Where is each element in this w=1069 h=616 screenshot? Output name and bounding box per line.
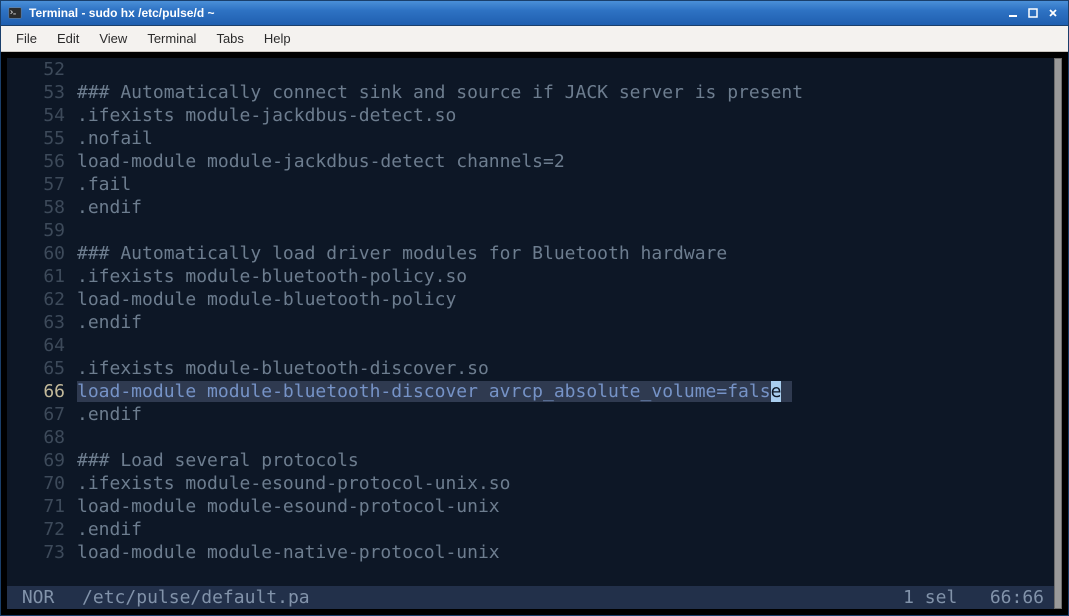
line-number: 63	[7, 311, 77, 334]
line-number: 69	[7, 449, 77, 472]
line-content[interactable]: .nofail	[77, 127, 153, 150]
editor-line[interactable]: 53### Automatically connect sink and sou…	[7, 81, 1054, 104]
line-content[interactable]: .fail	[77, 173, 131, 196]
menu-terminal[interactable]: Terminal	[138, 28, 205, 49]
editor-line[interactable]: 59	[7, 219, 1054, 242]
editor-line[interactable]: 56load-module module-jackdbus-detect cha…	[7, 150, 1054, 173]
editor-line[interactable]: 57.fail	[7, 173, 1054, 196]
editor-line[interactable]: 67.endif	[7, 403, 1054, 426]
status-file: /etc/pulse/default.pa	[82, 586, 903, 609]
line-number: 62	[7, 288, 77, 311]
line-number: 56	[7, 150, 77, 173]
line-content[interactable]: ### Automatically load driver modules fo…	[77, 242, 727, 265]
editor-line[interactable]: 70.ifexists module-esound-protocol-unix.…	[7, 472, 1054, 495]
line-number: 58	[7, 196, 77, 219]
menu-tabs[interactable]: Tabs	[207, 28, 252, 49]
terminal-wrap: 5253### Automatically connect sink and s…	[1, 52, 1068, 615]
line-content[interactable]: ### Load several protocols	[77, 449, 359, 472]
editor-line[interactable]: 69### Load several protocols	[7, 449, 1054, 472]
editor-line[interactable]: 55.nofail	[7, 127, 1054, 150]
close-button[interactable]	[1044, 5, 1062, 21]
line-number: 66	[7, 380, 77, 403]
terminal-icon	[7, 5, 23, 21]
line-number: 64	[7, 334, 77, 357]
status-mode: NOR	[7, 586, 82, 609]
line-number: 72	[7, 518, 77, 541]
editor[interactable]: 5253### Automatically connect sink and s…	[7, 58, 1054, 609]
line-content[interactable]: load-module module-bluetooth-policy	[77, 288, 456, 311]
line-number: 71	[7, 495, 77, 518]
window-title: Terminal - sudo hx /etc/pulse/d ~	[29, 6, 214, 20]
editor-line[interactable]: 73load-module module-native-protocol-uni…	[7, 541, 1054, 564]
menubar: File Edit View Terminal Tabs Help	[1, 26, 1068, 52]
editor-line[interactable]: 63.endif	[7, 311, 1054, 334]
minimize-button[interactable]	[1004, 5, 1022, 21]
editor-line[interactable]: 61.ifexists module-bluetooth-policy.so	[7, 265, 1054, 288]
line-number: 57	[7, 173, 77, 196]
terminal-scrollbar[interactable]	[1054, 58, 1062, 609]
editor-line[interactable]: 68	[7, 426, 1054, 449]
editor-line[interactable]: 66load-module module-bluetooth-discover …	[7, 380, 1054, 403]
line-number: 65	[7, 357, 77, 380]
line-number: 60	[7, 242, 77, 265]
line-number: 73	[7, 541, 77, 564]
editor-line[interactable]: 58.endif	[7, 196, 1054, 219]
line-number: 52	[7, 58, 77, 81]
line-content[interactable]: .endif	[77, 196, 142, 219]
line-number: 61	[7, 265, 77, 288]
editor-line[interactable]: 64	[7, 334, 1054, 357]
line-number: 53	[7, 81, 77, 104]
line-content[interactable]: load-module module-jackdbus-detect chann…	[77, 150, 565, 173]
line-number: 54	[7, 104, 77, 127]
editor-line[interactable]: 52	[7, 58, 1054, 81]
status-bar: NOR /etc/pulse/default.pa 1 sel 66:66	[7, 586, 1054, 609]
menu-edit[interactable]: Edit	[48, 28, 88, 49]
editor-line[interactable]: 54.ifexists module-jackdbus-detect.so	[7, 104, 1054, 127]
editor-line[interactable]: 71load-module module-esound-protocol-uni…	[7, 495, 1054, 518]
line-number: 55	[7, 127, 77, 150]
editor-line[interactable]: 72.endif	[7, 518, 1054, 541]
editor-line[interactable]: 62load-module module-bluetooth-policy	[7, 288, 1054, 311]
line-content[interactable]: .ifexists module-bluetooth-policy.so	[77, 265, 467, 288]
line-content[interactable]: .ifexists module-esound-protocol-unix.so	[77, 472, 510, 495]
maximize-button[interactable]	[1024, 5, 1042, 21]
window-titlebar[interactable]: Terminal - sudo hx /etc/pulse/d ~	[1, 1, 1068, 26]
line-content[interactable]: .ifexists module-jackdbus-detect.so	[77, 104, 456, 127]
line-content[interactable]: .endif	[77, 403, 142, 426]
editor-line[interactable]: 65.ifexists module-bluetooth-discover.so	[7, 357, 1054, 380]
terminal[interactable]: 5253### Automatically connect sink and s…	[7, 58, 1062, 609]
menu-help[interactable]: Help	[255, 28, 300, 49]
editor-line[interactable]: 60### Automatically load driver modules …	[7, 242, 1054, 265]
editor-lines[interactable]: 5253### Automatically connect sink and s…	[7, 58, 1054, 586]
line-content[interactable]: .ifexists module-bluetooth-discover.so	[77, 357, 489, 380]
line-number: 70	[7, 472, 77, 495]
line-content[interactable]: .endif	[77, 518, 142, 541]
status-right: 1 sel 66:66	[903, 586, 1054, 609]
line-content[interactable]: load-module module-esound-protocol-unix	[77, 495, 500, 518]
line-number: 67	[7, 403, 77, 426]
line-content[interactable]: load-module module-bluetooth-discover av…	[77, 380, 792, 403]
menu-file[interactable]: File	[7, 28, 46, 49]
scrollbar-thumb[interactable]	[1054, 58, 1062, 609]
line-content[interactable]: .endif	[77, 311, 142, 334]
menu-view[interactable]: View	[90, 28, 136, 49]
line-content[interactable]: ### Automatically connect sink and sourc…	[77, 81, 803, 104]
line-content[interactable]: load-module module-native-protocol-unix	[77, 541, 500, 564]
line-number: 68	[7, 426, 77, 449]
terminal-window: Terminal - sudo hx /etc/pulse/d ~ File E…	[0, 0, 1069, 616]
line-number: 59	[7, 219, 77, 242]
